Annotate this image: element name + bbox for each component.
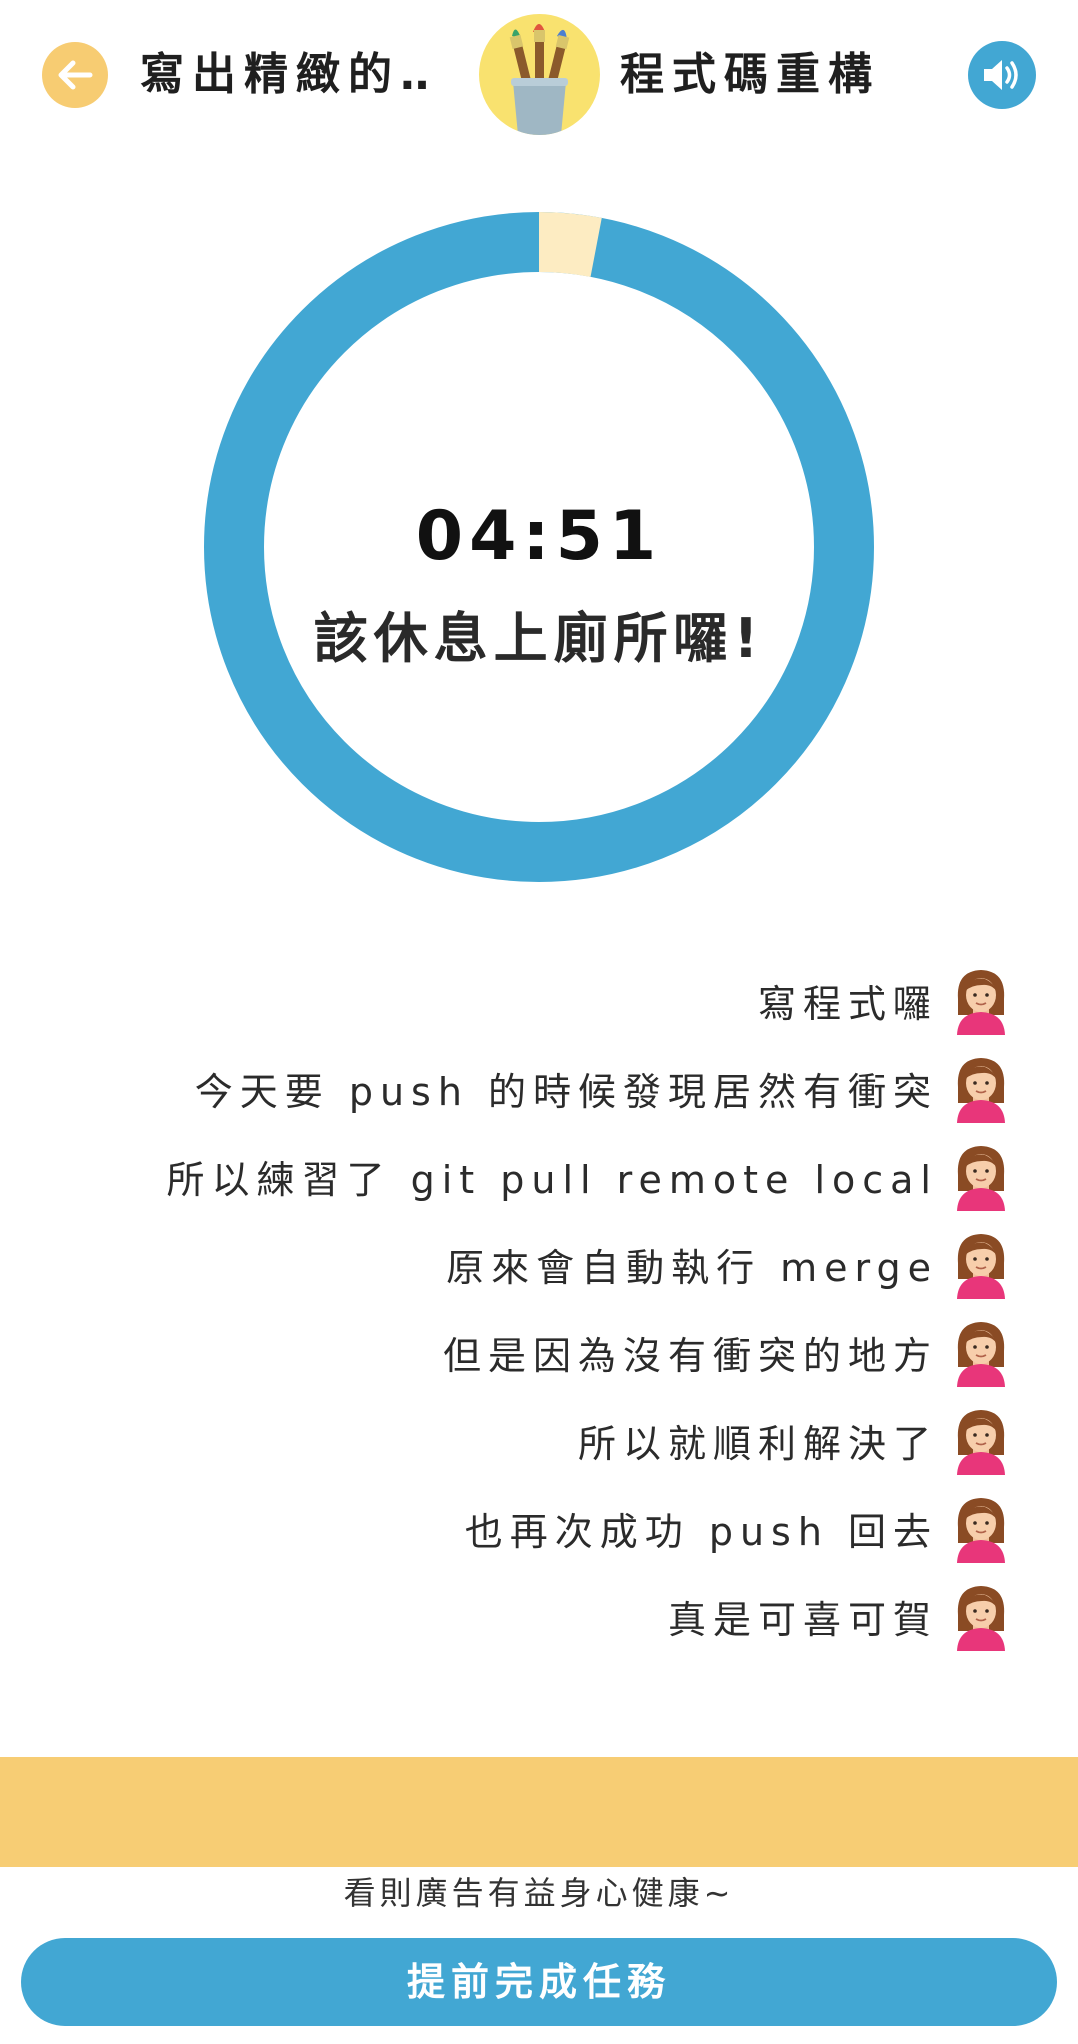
log-entry: 所以就順利解決了 bbox=[578, 1400, 1010, 1480]
paintbrush-cup-logo bbox=[479, 14, 600, 135]
log-entry-text: 今天要 push 的時候發現居然有衝突 bbox=[194, 1069, 938, 1114]
timer-ring-elapsed bbox=[538, 212, 602, 277]
log-entry-text: 但是因為沒有衝突的地方 bbox=[442, 1333, 938, 1378]
timer-message: 該休息上廁所囉! bbox=[313, 607, 765, 670]
log-entry: 今天要 push 的時候發現居然有衝突 bbox=[195, 1048, 1010, 1128]
girl-avatar-icon bbox=[957, 1322, 1005, 1387]
log-entry: 但是因為沒有衝突的地方 bbox=[443, 1312, 1010, 1392]
girl-avatar-icon bbox=[957, 1058, 1005, 1123]
log-entry-text: 原來會自動執行 merge bbox=[446, 1245, 938, 1290]
countdown-timer: 04:51 該休息上廁所囉! bbox=[204, 212, 874, 882]
sound-toggle-button[interactable] bbox=[968, 41, 1036, 109]
girl-avatar-icon bbox=[957, 1234, 1005, 1299]
log-entry-text: 所以練習了 git pull remote local bbox=[166, 1157, 938, 1202]
speaker-volume-icon bbox=[984, 60, 1018, 90]
girl-avatar-icon bbox=[957, 1146, 1005, 1211]
ad-caption: 看則廣告有益身心健康~ bbox=[343, 1874, 735, 1912]
girl-avatar-icon bbox=[957, 1410, 1005, 1475]
log-entry: 寫程式囉 bbox=[758, 960, 1010, 1040]
log-entry-text: 所以就順利解決了 bbox=[577, 1421, 938, 1466]
log-entry-text: 寫程式囉 bbox=[757, 981, 938, 1026]
girl-avatar-icon bbox=[957, 1586, 1005, 1651]
log-entry: 也再次成功 push 回去 bbox=[465, 1488, 1010, 1568]
header-bar: 寫出精緻的‥ 程式碼重構 bbox=[0, 0, 1078, 150]
log-entry: 原來會自動執行 merge bbox=[446, 1224, 1010, 1304]
log-entry-text: 真是可喜可賀 bbox=[667, 1597, 938, 1642]
timer-countdown-text: 04:51 bbox=[415, 497, 663, 576]
log-entry-text: 也再次成功 push 回去 bbox=[464, 1509, 938, 1554]
girl-avatar-icon bbox=[957, 1498, 1005, 1563]
task-title-right: 程式碼重構 bbox=[620, 49, 880, 100]
ad-banner[interactable] bbox=[0, 1757, 1078, 1867]
log-entry: 真是可喜可賀 bbox=[668, 1576, 1010, 1656]
log-entry: 所以練習了 git pull remote local bbox=[167, 1136, 1010, 1216]
girl-avatar-icon bbox=[957, 970, 1005, 1035]
arrow-left-icon bbox=[58, 60, 93, 90]
task-title-left: 寫出精緻的‥ bbox=[140, 49, 438, 100]
back-button[interactable] bbox=[42, 42, 108, 108]
finish-early-button[interactable]: 提前完成任務 bbox=[21, 1938, 1057, 2026]
